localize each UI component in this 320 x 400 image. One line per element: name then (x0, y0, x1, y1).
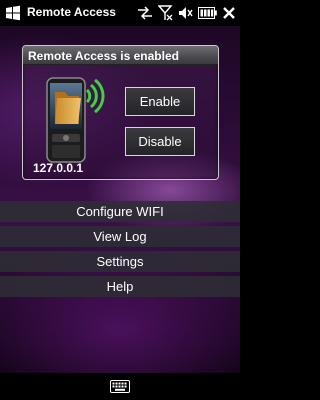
remote-access-panel: Remote Access is enabled 127.0.0.1 Enabl… (22, 45, 219, 180)
menu-item-configure-wifi[interactable]: Configure WIFI (0, 201, 240, 222)
volume-muted-icon[interactable] (178, 6, 193, 20)
data-connection-icon[interactable] (137, 6, 153, 20)
menu-item-help[interactable]: Help (0, 276, 240, 297)
panel-title: Remote Access is enabled (28, 49, 179, 63)
menu-item-settings[interactable]: Settings (0, 251, 240, 272)
enable-button[interactable]: Enable (125, 87, 195, 116)
panel-header: Remote Access is enabled (23, 46, 218, 65)
windows-start-icon[interactable] (4, 4, 22, 22)
phone-folder-wireless-icon (46, 77, 105, 163)
keyboard-icon[interactable] (110, 380, 130, 393)
app-title: Remote Access (27, 5, 116, 19)
ip-address-label: 127.0.0.1 (33, 161, 84, 175)
battery-icon[interactable] (198, 7, 217, 19)
close-icon[interactable] (222, 6, 236, 20)
signal-off-icon[interactable] (158, 5, 173, 21)
title-bar: Remote Access (0, 0, 240, 26)
bottom-bar (0, 373, 240, 400)
disable-button[interactable]: Disable (125, 127, 195, 156)
menu-item-view-log[interactable]: View Log (0, 226, 240, 247)
status-icons (137, 4, 236, 22)
